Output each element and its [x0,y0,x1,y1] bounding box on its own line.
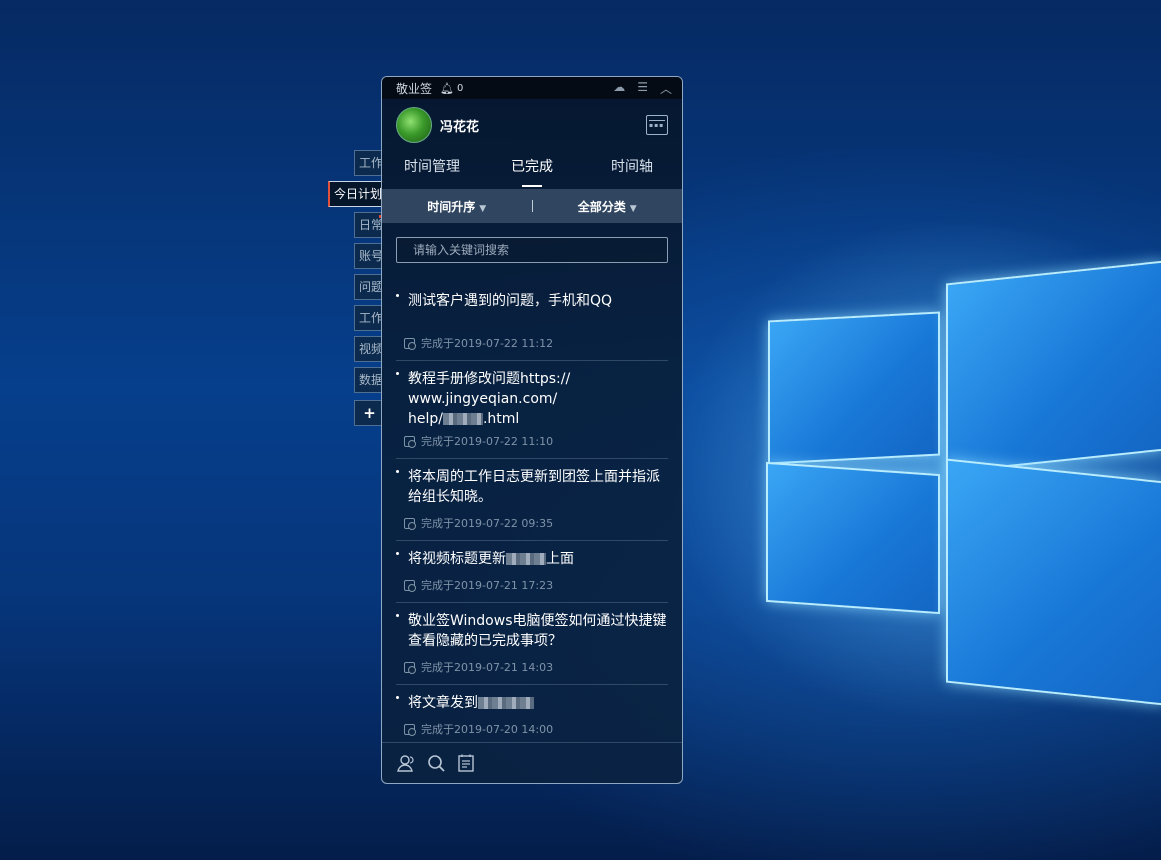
wallpaper-logo-pane [766,461,940,615]
clock-icon [404,723,416,736]
clock-icon [404,337,416,350]
completed-time: 完成于2019-07-21 14:03 [421,661,554,674]
item-meta: 完成于2019-07-22 11:12 [404,335,668,351]
title-text: 将视频标题更新 [408,551,506,567]
search-input[interactable] [411,242,667,258]
item-title: 教程手册修改问题https:// www.jingyeqian.com/ hel… [408,369,668,429]
redacted-text [442,413,483,425]
tag-item-active[interactable]: 今日计划 [328,181,384,207]
app-title: 敬业签 [396,81,433,96]
avatar[interactable] [396,107,432,143]
category-label: 全部分类 [577,199,626,214]
tag-label: 视频 [359,342,384,356]
tag-label: 工作 [359,311,384,325]
notes-icon[interactable] [456,753,476,773]
tag-item[interactable]: 日常 [354,212,384,238]
cloud-sync-icon[interactable]: ☁ [613,80,625,97]
title-text: help/ [408,411,443,427]
profile-bar: 冯花花 [382,99,682,151]
tag-label: 问题 [359,280,384,294]
tag-label: 工作 [359,156,384,170]
title-text: 将文章发到 [408,695,478,711]
caret-down-icon: ▼ [479,203,487,214]
search-box[interactable] [396,237,668,263]
item-meta: 完成于2019-07-22 09:35 [404,515,668,531]
bullet [396,294,399,297]
title-line: 教程手册修改问题https:// [408,371,571,387]
tab-completed[interactable]: 已完成 [482,151,582,189]
bell-icon[interactable]: 🔔︎ [440,82,454,95]
bullet [396,470,399,473]
bullet [396,696,399,699]
wallpaper-logo-pane [946,458,1161,706]
clock-icon [404,435,416,448]
item-title: 将本周的工作日志更新到团签上面并指派给组长知晓。 [408,469,660,505]
tag-item[interactable]: 账号 [354,243,384,269]
list-item[interactable]: 测试客户遇到的问题，手机和QQ 完成于2019-07-22 11:12 [396,283,668,361]
list-item[interactable]: 将本周的工作日志更新到团签上面并指派给组长知晓。 完成于2019-07-22 0… [396,459,668,541]
calendar-icon[interactable] [646,115,668,135]
user-name: 冯花花 [440,119,480,135]
tag-item[interactable]: 问题 [354,274,384,300]
category-dropdown[interactable]: 全部分类 ▼ [533,198,683,215]
tag-item[interactable]: 数据 [354,367,384,393]
main-tabs: 时间管理 已完成 时间轴 [382,151,682,189]
item-title: 将文章发到 [408,693,668,713]
completed-time: 完成于2019-07-22 09:35 [421,517,554,530]
sort-dropdown[interactable]: 时间升序 ▼ [382,198,532,215]
bullet [396,372,399,375]
list-item[interactable]: 敬业签Windows电脑便签如何通过快捷键查看隐藏的已完成事项？ 完成于2019… [396,603,668,685]
title-line: www.jingyeqian.com/ [408,391,558,407]
clock-icon [404,517,416,530]
redacted-text [478,697,534,709]
tag-label: 数据 [359,373,384,387]
search-icon[interactable] [426,753,446,773]
tag-item[interactable]: 工作 [354,150,384,176]
item-title: 测试客户遇到的问题，手机和QQ [408,293,613,309]
completed-time: 完成于2019-07-22 11:12 [421,337,554,350]
list-item[interactable]: 将文章发到 完成于2019-07-20 14:00 [396,685,668,743]
item-meta: 完成于2019-07-21 14:03 [404,659,668,675]
bullet [396,614,399,617]
list-item[interactable]: 教程手册修改问题https:// www.jingyeqian.com/ hel… [396,361,668,459]
sort-label: 时间升序 [427,199,476,214]
reminder-count: 0 [456,82,464,94]
tab-timeline[interactable]: 时间轴 [582,151,682,189]
item-title: 将视频标题更新 上面 [408,549,668,569]
completed-time: 完成于2019-07-20 14:00 [421,723,554,736]
title-line: help/ .html [408,409,668,429]
completed-list[interactable]: 测试客户遇到的问题，手机和QQ 完成于2019-07-22 11:12 教程手册… [382,283,682,743]
add-icon: + [363,404,376,422]
tag-item[interactable]: 视频 [354,336,384,362]
completed-time: 完成于2019-07-21 17:23 [421,579,554,592]
caret-down-icon: ▼ [629,203,637,214]
menu-icon[interactable]: ☰ [637,80,648,97]
redacted-text [506,553,546,565]
chevron-up-icon[interactable]: ︿ [660,80,672,97]
clock-icon [404,661,416,674]
wallpaper-logo-pane [946,260,1161,474]
team-icon[interactable] [396,753,416,773]
item-meta: 完成于2019-07-21 17:23 [404,577,668,593]
filter-bar: 时间升序 ▼ 全部分类 ▼ [382,189,682,223]
tag-label: 日常 [359,218,384,232]
bullet [396,552,399,555]
title-text: 上面 [546,551,574,567]
tag-item[interactable]: 工作 [354,305,384,331]
title-bar[interactable]: 敬业签 🔔︎ 0 ☁ ☰ ︿ [382,77,682,99]
tab-time-management[interactable]: 时间管理 [382,151,482,189]
item-title: 敬业签Windows电脑便签如何通过快捷键查看隐藏的已完成事项？ [408,613,667,649]
list-item[interactable]: 将视频标题更新 上面 完成于2019-07-21 17:23 [396,541,668,603]
item-meta: 完成于2019-07-20 14:00 [404,721,668,737]
item-meta: 完成于2019-07-22 11:10 [404,433,668,449]
completed-time: 完成于2019-07-22 11:10 [421,435,554,448]
tag-label: 今日计划 [334,187,383,201]
tag-label: 账号 [359,249,384,263]
add-tag-button[interactable]: + [354,400,384,426]
title-text: .html [482,411,520,427]
app-window: 敬业签 🔔︎ 0 ☁ ☰ ︿ 冯花花 时间管理 已完成 时间轴 时间升序▼ 全部… [381,76,683,784]
footer-toolbar [382,742,682,783]
clock-icon [404,579,416,592]
wallpaper-logo-pane [768,311,940,465]
